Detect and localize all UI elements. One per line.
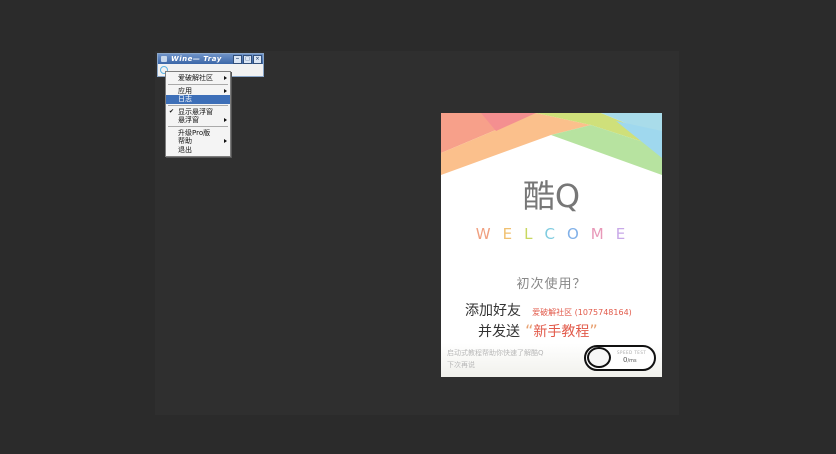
welcome-letter: E xyxy=(502,225,525,243)
add-friend-text: 添加好友 xyxy=(465,303,521,319)
menu-item-label: 帮助 xyxy=(178,137,192,145)
welcome-letter: O xyxy=(566,225,591,243)
skip-link[interactable]: 下次再说 xyxy=(447,359,544,371)
maximize-icon[interactable]: □ xyxy=(243,54,252,64)
welcome-letter: C xyxy=(544,225,567,243)
welcome-text: WELCOME xyxy=(441,225,662,243)
tray-context-menu: 爱破解社区 应用 日志 ✔ 显示悬浮窗 悬浮窗 升级Pro版 帮助 退出 xyxy=(165,71,231,157)
menu-item-apps[interactable]: 应用 xyxy=(166,87,230,96)
send-tutorial-row: 并发送 “新手教程” xyxy=(478,321,598,341)
menu-item-label: 显示悬浮窗 xyxy=(178,107,213,116)
minimize-icon[interactable]: ‒ xyxy=(233,54,242,64)
welcome-letter: M xyxy=(590,225,616,243)
menu-item-label: 悬浮窗 xyxy=(178,116,199,124)
welcome-letter: W xyxy=(475,225,503,243)
close-icon[interactable]: × xyxy=(253,54,262,64)
menu-separator xyxy=(168,105,228,106)
menu-item-upgrade-pro[interactable]: 升级Pro版 xyxy=(166,129,230,138)
menu-item-label: 日志 xyxy=(178,95,192,103)
friend-link[interactable]: 爱破解社区 (1075748164) xyxy=(532,308,632,317)
menu-item-exit[interactable]: 退出 xyxy=(166,146,230,155)
welcome-footer: 启动式教程帮助你快速了解酷Q 下次再说 SPEED TEST 0/ms xyxy=(441,343,662,377)
menu-item-show-float[interactable]: ✔ 显示悬浮窗 xyxy=(166,108,230,117)
checkmark-icon: ✔ xyxy=(169,107,175,115)
tray-titlebar[interactable]: Wine— Tray ‒ □ × xyxy=(158,54,263,64)
menu-item-label: 应用 xyxy=(178,86,192,95)
tray-title: Wine— Tray xyxy=(171,55,222,63)
welcome-letter: L xyxy=(524,225,545,243)
close-quote: ” xyxy=(589,321,598,340)
menu-item-label: 爱破解社区 xyxy=(178,74,213,82)
wine-app-icon xyxy=(161,56,167,62)
tutorial-keyword: 新手教程 xyxy=(533,324,590,340)
speed-label: SPEED TEST xyxy=(617,350,647,355)
welcome-banner-graphic xyxy=(441,113,662,175)
submenu-arrow-icon xyxy=(224,139,227,143)
menu-separator xyxy=(168,84,228,85)
speed-test-widget[interactable]: SPEED TEST 0/ms xyxy=(584,345,656,371)
menu-item-community[interactable]: 爱破解社区 xyxy=(166,74,230,83)
menu-item-log[interactable]: 日志 xyxy=(166,95,230,104)
speed-unit: /ms xyxy=(627,358,637,364)
app-title: 酷Q xyxy=(522,177,581,215)
welcome-letter: E xyxy=(615,225,638,243)
submenu-arrow-icon xyxy=(224,76,227,80)
menu-item-float-window[interactable]: 悬浮窗 xyxy=(166,116,230,125)
menu-item-label: 退出 xyxy=(178,145,192,154)
footer-text: 启动式教程帮助你快速了解酷Q 下次再说 xyxy=(447,347,544,371)
first-use-heading: 初次使用？ xyxy=(516,277,587,292)
menu-item-label: 升级Pro版 xyxy=(178,128,211,137)
submenu-arrow-icon xyxy=(224,88,227,93)
submenu-arrow-icon xyxy=(224,118,227,122)
speed-value: 0/ms xyxy=(623,356,637,364)
menu-separator xyxy=(168,126,228,127)
menu-item-help[interactable]: 帮助 xyxy=(166,137,230,146)
kuq-welcome-window: 酷Q WELCOME 初次使用？ 添加好友 爱破解社区 (1075748164)… xyxy=(441,113,662,377)
send-text: 并发送 xyxy=(478,324,520,340)
speed-knob[interactable] xyxy=(587,347,611,368)
add-friend-row: 添加好友 爱破解社区 (1075748164) xyxy=(465,300,632,320)
start-tutorial-link[interactable]: 启动式教程帮助你快速了解酷Q xyxy=(447,347,544,359)
